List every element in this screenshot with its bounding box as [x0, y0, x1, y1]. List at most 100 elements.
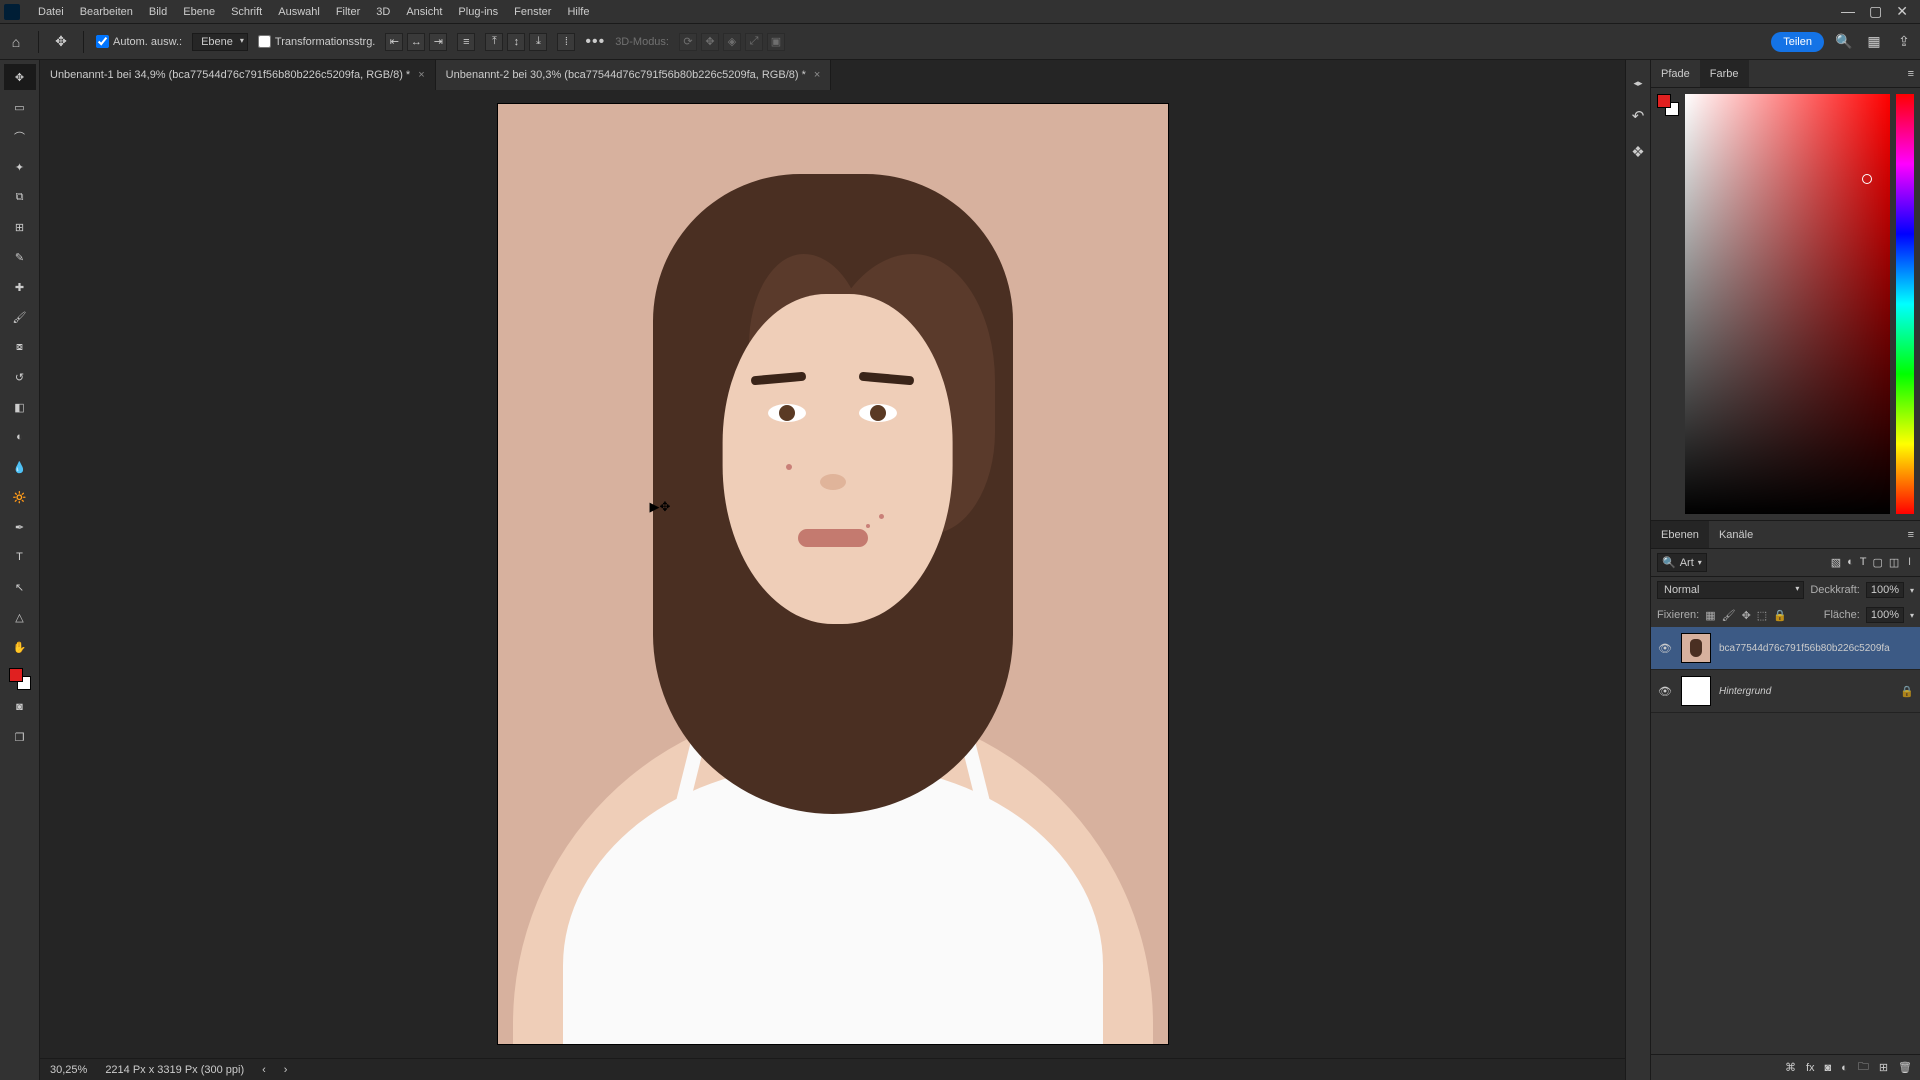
panel-fg-swatch[interactable] — [1657, 94, 1671, 108]
healing-brush-tool[interactable]: ✚ — [4, 274, 36, 300]
layer-row[interactable]: 👁 bca77544d76c791f56b80b226c5209fa — [1651, 627, 1920, 670]
close-tab-icon[interactable]: × — [418, 69, 424, 81]
panel-menu-icon[interactable]: ≡ — [1902, 521, 1920, 548]
lock-position-icon[interactable]: ✥ — [1742, 609, 1751, 622]
fill-value[interactable]: 100% — [1866, 607, 1904, 623]
filter-pixel-icon[interactable]: ▧ — [1831, 556, 1841, 569]
gradient-tool[interactable]: ◐ — [4, 424, 36, 450]
search-icon[interactable]: 🔍 — [1834, 33, 1854, 50]
dodge-tool[interactable]: 🔆 — [4, 484, 36, 510]
hand-tool[interactable]: ✋ — [4, 634, 36, 660]
align-top-icon[interactable]: ⤒ — [485, 33, 503, 51]
filter-smart-icon[interactable]: ◫ — [1889, 556, 1899, 569]
lock-icon[interactable]: 🔒 — [1900, 685, 1914, 698]
home-icon[interactable]: ⌂ — [6, 32, 26, 52]
filter-toggle-icon[interactable]: ⏽ — [1905, 556, 1914, 569]
filter-type-icon[interactable]: T — [1860, 556, 1867, 569]
align-more-icon[interactable]: ••• — [585, 33, 605, 51]
delete-layer-icon[interactable]: 🗑 — [1898, 1061, 1912, 1074]
menu-layer[interactable]: Ebene — [175, 2, 223, 22]
color-picker-handle[interactable] — [1862, 174, 1872, 184]
lock-transparency-icon[interactable]: ▦ — [1705, 609, 1715, 622]
link-layers-icon[interactable]: ⌘ — [1785, 1061, 1796, 1074]
align-left-icon[interactable]: ⇤ — [385, 33, 403, 51]
menu-help[interactable]: Hilfe — [559, 2, 597, 22]
panel-menu-icon[interactable]: ≡ — [1902, 60, 1920, 87]
lock-artboard-icon[interactable]: ⬚ — [1757, 609, 1767, 622]
filter-adjust-icon[interactable]: ◐ — [1847, 556, 1854, 569]
menu-plugins[interactable]: Plug-ins — [450, 2, 506, 22]
history-panel-icon[interactable]: ↶ — [1632, 107, 1645, 125]
opacity-value[interactable]: 100% — [1866, 582, 1904, 598]
color-swatches[interactable] — [9, 668, 31, 690]
share-button[interactable]: Teilen — [1771, 32, 1824, 52]
history-brush-tool[interactable]: ↺ — [4, 364, 36, 390]
menu-filter[interactable]: Filter — [328, 2, 368, 22]
visibility-toggle-icon[interactable]: 👁 — [1657, 642, 1673, 655]
path-select-tool[interactable]: ↖ — [4, 574, 36, 600]
menu-type[interactable]: Schrift — [223, 2, 270, 22]
document-tab-2[interactable]: Unbenannt-2 bei 30,3% (bca77544d76c791f5… — [436, 60, 832, 90]
menu-view[interactable]: Ansicht — [398, 2, 450, 22]
layer-effects-icon[interactable]: fx — [1806, 1062, 1815, 1074]
layer-mask-icon[interactable]: ◙ — [1825, 1062, 1832, 1074]
group-layers-icon[interactable]: 🗀 — [1858, 1058, 1869, 1077]
lasso-tool[interactable]: ⌒ — [4, 124, 36, 150]
paths-tab[interactable]: Pfade — [1651, 60, 1700, 87]
auto-select-target[interactable]: Ebene — [192, 33, 248, 51]
layers-tab[interactable]: Ebenen — [1651, 521, 1709, 548]
align-right-icon[interactable]: ⇥ — [429, 33, 447, 51]
foreground-color-swatch[interactable] — [9, 668, 23, 682]
layer-name[interactable]: Hintergrund — [1719, 686, 1892, 697]
auto-select-input[interactable] — [96, 35, 109, 48]
clone-stamp-tool[interactable]: ⧇ — [4, 334, 36, 360]
canvas[interactable]: ▶✥ — [498, 104, 1168, 1044]
color-tab[interactable]: Farbe — [1700, 60, 1749, 87]
properties-panel-icon[interactable]: ❖ — [1631, 143, 1644, 161]
move-tool[interactable]: ✥ — [4, 64, 36, 90]
blur-tool[interactable]: 💧 — [4, 454, 36, 480]
canvas-viewport[interactable]: ▶✥ — [40, 90, 1625, 1058]
menu-window[interactable]: Fenster — [506, 2, 559, 22]
eraser-tool[interactable]: ◧ — [4, 394, 36, 420]
marquee-tool[interactable]: ▭ — [4, 94, 36, 120]
menu-select[interactable]: Auswahl — [270, 2, 328, 22]
color-panel-swatches[interactable] — [1657, 94, 1679, 116]
transform-controls-checkbox[interactable]: Transformationsstrg. — [258, 35, 375, 48]
filter-shape-icon[interactable]: ▢ — [1872, 556, 1882, 569]
collapse-arrow-icon[interactable]: ◂▸ — [1633, 78, 1642, 89]
layer-thumbnail[interactable] — [1681, 633, 1711, 663]
distribute-v-icon[interactable]: ⁞ — [557, 33, 575, 51]
status-nav-left-icon[interactable]: ‹ — [262, 1064, 266, 1076]
magic-wand-tool[interactable]: ✦ — [4, 154, 36, 180]
layer-filter-select[interactable]: 🔍 Art ▾ — [1657, 553, 1707, 572]
frame-tool[interactable]: ⊞ — [4, 214, 36, 240]
crop-tool[interactable]: ⧉ — [4, 184, 36, 210]
blend-mode-select[interactable]: Normal — [1657, 581, 1804, 599]
layer-row[interactable]: 👁 Hintergrund 🔒 — [1651, 670, 1920, 713]
screen-mode-tool[interactable]: ❐ — [4, 724, 36, 750]
move-tool-icon[interactable]: ✥ — [51, 32, 71, 52]
align-hcenter-icon[interactable]: ↔ — [407, 33, 425, 51]
maximize-button[interactable]: ▢ — [1869, 3, 1882, 20]
lock-pixels-icon[interactable]: 🖌 — [1722, 609, 1736, 622]
brush-tool[interactable]: 🖌 — [4, 304, 36, 330]
align-vcenter-icon[interactable]: ↕ — [507, 33, 525, 51]
new-layer-icon[interactable]: ⊞ — [1879, 1061, 1888, 1074]
status-nav-right-icon[interactable]: › — [284, 1064, 288, 1076]
hue-slider[interactable] — [1896, 94, 1914, 514]
auto-select-checkbox[interactable]: Autom. ausw.: — [96, 35, 182, 48]
document-info[interactable]: 2214 Px x 3319 Px (300 ppi) — [105, 1064, 244, 1076]
channels-tab[interactable]: Kanäle — [1709, 521, 1763, 548]
saturation-value-picker[interactable] — [1685, 94, 1890, 514]
adjustment-layer-icon[interactable]: ◐ — [1841, 1062, 1848, 1074]
distribute-h-icon[interactable]: ≡ — [457, 33, 475, 51]
transform-controls-input[interactable] — [258, 35, 271, 48]
menu-edit[interactable]: Bearbeiten — [72, 2, 141, 22]
document-tab-1[interactable]: Unbenannt-1 bei 34,9% (bca77544d76c791f5… — [40, 60, 436, 90]
align-bottom-icon[interactable]: ⤓ — [529, 33, 547, 51]
pen-tool[interactable]: ✒ — [4, 514, 36, 540]
quick-mask-tool[interactable]: ◙ — [4, 694, 36, 720]
zoom-level[interactable]: 30,25% — [50, 1064, 87, 1076]
lock-all-icon[interactable]: 🔒 — [1773, 609, 1787, 622]
